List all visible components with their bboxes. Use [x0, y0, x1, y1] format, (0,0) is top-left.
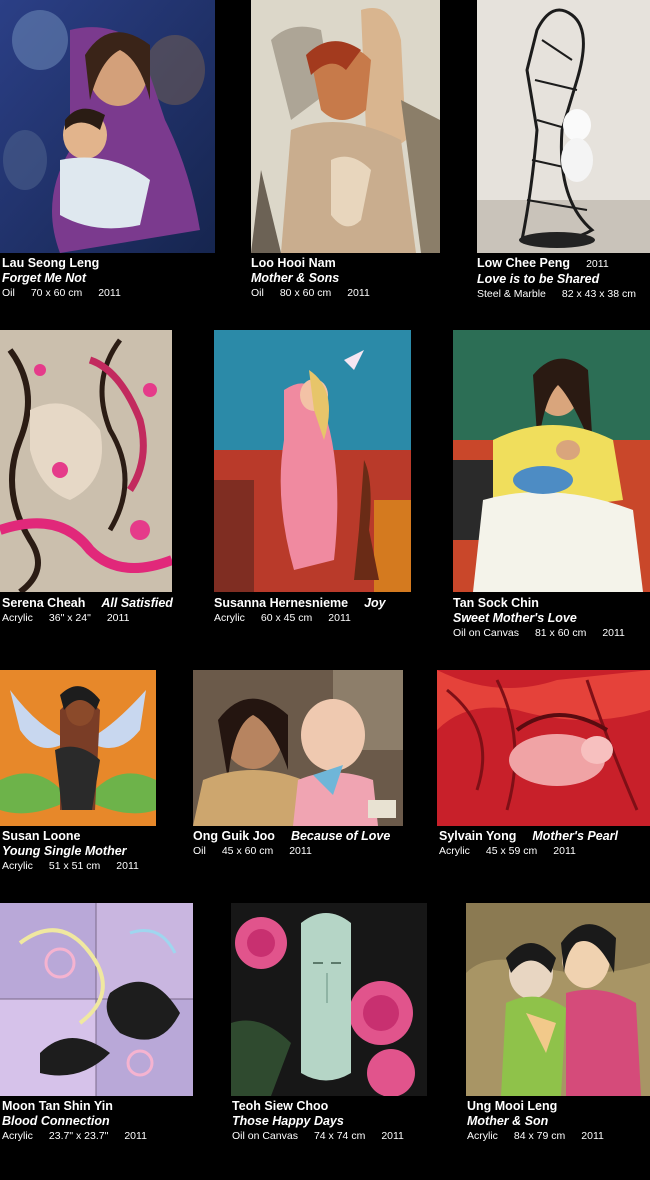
- artwork-year: 2011: [553, 845, 576, 857]
- artwork-year: 2011: [381, 1130, 404, 1142]
- artist-name: Susanna Hernesnieme: [214, 596, 349, 610]
- artist-name: Ong Guik Joo: [193, 829, 275, 843]
- gallery-page: { "artworks": [ {"artist":"Lau Seong Len…: [0, 0, 650, 1180]
- artwork-medium: Acrylic: [2, 860, 33, 872]
- artwork-year: 2011: [602, 627, 625, 639]
- artist-name: Serena Cheah: [2, 596, 86, 610]
- artwork-medium: Acrylic: [439, 845, 470, 857]
- artist-name: Ung Mooi Leng: [467, 1099, 558, 1113]
- artwork-title: Mother & Sons: [251, 271, 340, 285]
- artwork-year: 2011: [106, 612, 130, 624]
- artwork-medium: Oil: [251, 287, 264, 299]
- artwork-size: 45 x 59 cm: [485, 845, 538, 857]
- artwork-medium: Acrylic: [467, 1130, 498, 1142]
- artist-name: Susan Loone: [2, 829, 81, 843]
- artwork-title: Sweet Mother's Love: [453, 611, 577, 625]
- artwork-medium: Acrylic: [2, 612, 33, 624]
- artwork-size: 70 x 60 cm: [30, 287, 83, 299]
- painting-image[interactable]: [0, 0, 215, 253]
- artwork-year: 2011: [98, 287, 121, 299]
- artwork-title: Love is to be Shared: [477, 272, 600, 286]
- painting-image[interactable]: [437, 670, 650, 826]
- artwork-size: 23.7" x 23.7": [48, 1130, 109, 1142]
- artwork-size: 51 x 51 cm: [48, 860, 101, 872]
- artwork-size: 84 x 79 cm: [513, 1130, 566, 1142]
- artist-name: Teoh Siew Choo: [232, 1099, 329, 1113]
- artwork-size: 36" x 24": [48, 612, 91, 624]
- artwork-size: 82 x 43 x 38 cm: [561, 288, 636, 300]
- painting-image[interactable]: [0, 330, 172, 592]
- artwork-size: 74 x 74 cm: [313, 1130, 366, 1142]
- artwork-year: 2011: [124, 1130, 147, 1142]
- painting-image[interactable]: [251, 0, 440, 253]
- artwork-size: 45 x 60 cm: [221, 845, 274, 857]
- artwork-size: 60 x 45 cm: [260, 612, 313, 624]
- artwork-title: Mother & Son: [467, 1114, 549, 1128]
- artwork-medium: Acrylic: [214, 612, 245, 624]
- artwork-title: Blood Connection: [2, 1114, 110, 1128]
- artwork-title: Because of Love: [290, 829, 391, 843]
- artwork-year: 2011: [347, 287, 370, 299]
- artist-name: Tan Sock Chin: [453, 596, 539, 610]
- artwork-year: 2011: [289, 845, 312, 857]
- artwork-title: Those Happy Days: [232, 1114, 344, 1128]
- artwork-title: Joy: [364, 596, 386, 610]
- artwork-year: 2011: [586, 258, 609, 270]
- painting-image[interactable]: [231, 903, 427, 1096]
- artwork-medium: Oil on Canvas: [232, 1130, 298, 1142]
- artwork-year: 2011: [328, 612, 351, 624]
- artist-name: Sylvain Yong: [439, 829, 517, 843]
- painting-image[interactable]: [214, 330, 411, 592]
- artist-name: Loo Hooi Nam: [251, 256, 336, 270]
- painting-image[interactable]: [0, 670, 156, 826]
- artwork-medium: Oil on Canvas: [453, 627, 519, 639]
- artwork-medium: Oil: [193, 845, 206, 857]
- painting-image[interactable]: [453, 330, 650, 592]
- artwork-title: Forget Me Not: [2, 271, 87, 285]
- artwork-year: 2011: [581, 1130, 604, 1142]
- artwork-title: Young Single Mother: [2, 844, 127, 858]
- sculpture-image[interactable]: [477, 0, 650, 253]
- artist-name: Lau Seong Leng: [2, 256, 100, 270]
- painting-image[interactable]: [0, 903, 193, 1096]
- artwork-size: 80 x 60 cm: [279, 287, 332, 299]
- artwork-title: All Satisfied: [101, 596, 173, 610]
- painting-image[interactable]: [193, 670, 403, 826]
- artwork-title: Mother's Pearl: [532, 829, 618, 843]
- artwork-year: 2011: [116, 860, 139, 872]
- artwork-size: 81 x 60 cm: [534, 627, 587, 639]
- artwork-medium: Acrylic: [2, 1130, 33, 1142]
- artwork-medium: Steel & Marble: [477, 288, 546, 300]
- painting-image[interactable]: [466, 903, 650, 1096]
- artist-name: Low Chee Peng: [477, 256, 571, 270]
- artwork-medium: Oil: [2, 287, 15, 299]
- artist-name: Moon Tan Shin Yin: [2, 1099, 113, 1113]
